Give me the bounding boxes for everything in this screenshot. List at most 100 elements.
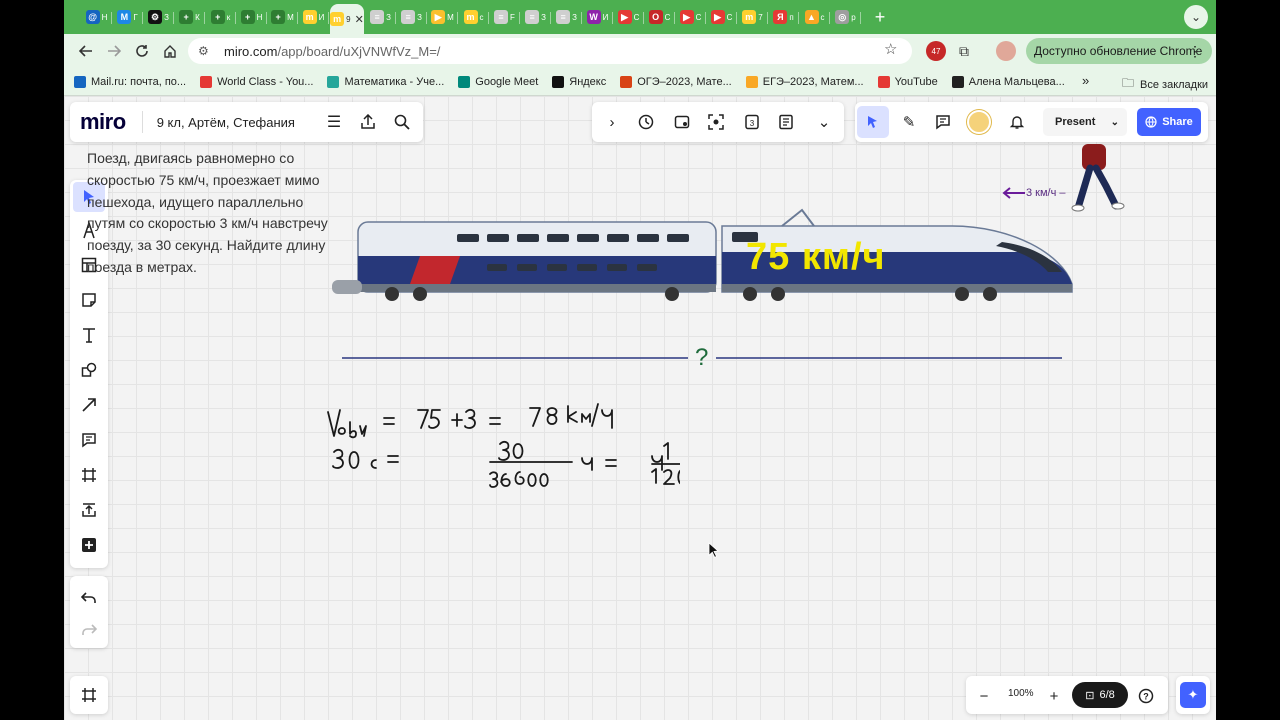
text-tool[interactable] <box>77 323 101 347</box>
miro-board-canvas[interactable]: miro 9 кл, Артём, Стефания ☰ › 3 ⌄ ✎ Pre… <box>64 96 1216 720</box>
search-icon[interactable] <box>392 112 412 132</box>
browser-tab[interactable]: ▲ с <box>800 4 830 30</box>
browser-tab[interactable]: m7 <box>738 4 768 30</box>
present-button[interactable]: Present ⌄ <box>1043 108 1127 136</box>
page-indicator[interactable]: ⊡ 6/8 <box>1072 682 1128 708</box>
share-button[interactable]: Share <box>1137 108 1201 136</box>
celebrate-icon[interactable]: ✎ <box>899 112 919 132</box>
browser-tab[interactable]: mс <box>459 4 489 30</box>
bookmark-item[interactable]: YouTube <box>877 75 938 88</box>
bookmark-item[interactable]: ОГЭ–2023, Мате... <box>620 75 732 88</box>
browser-tab[interactable]: m 9 ✕ <box>330 4 364 34</box>
sticky-note-tool[interactable] <box>77 288 101 312</box>
help-icon[interactable]: ? <box>1136 686 1156 706</box>
zoom-level[interactable]: 100% <box>1008 688 1034 699</box>
extensions-puzzle-icon[interactable]: ⧉ <box>954 41 974 61</box>
forward-button[interactable] <box>100 37 128 65</box>
browser-tab[interactable]: WИ <box>583 4 613 30</box>
bookmark-item[interactable]: Яндекс <box>552 75 606 88</box>
reactions-cursor-button[interactable] <box>857 106 889 138</box>
site-info-icon[interactable]: ⚙ <box>198 44 214 58</box>
bookmark-item[interactable]: Алена Мальцева... <box>951 75 1065 88</box>
browser-tab[interactable]: + М <box>268 4 298 30</box>
browser-tab[interactable]: ▶ С <box>614 4 644 30</box>
address-bar[interactable]: ⚙ miro.com/app/board/uXjVNWfVz_M=/ <box>188 38 912 64</box>
timer-icon[interactable] <box>636 112 656 132</box>
miro-logo[interactable]: miro <box>80 109 126 135</box>
undo-button[interactable] <box>77 586 101 610</box>
bookmark-item[interactable]: World Class - You... <box>200 75 313 88</box>
browser-tab[interactable]: ≡ З <box>366 4 396 30</box>
handwritten-solution[interactable] <box>320 396 680 496</box>
comments-icon[interactable] <box>933 112 953 132</box>
menu-icon[interactable]: ☰ <box>324 112 344 132</box>
problem-text[interactable]: Поезд, двигаясь равномерно со скоростью … <box>87 148 332 279</box>
browser-window: @ Н M Г ⚙ З + К + к + Н + Мm Иm 9 ✕ ≡ З ≡ З ▶ Мm с ≡ F ≡ З ≡ З W И ▶ С O С ▶… <box>64 0 1216 720</box>
extension-badge-icon[interactable]: 47 <box>926 41 946 61</box>
pedestrian-speed-label[interactable]: 3 км/ч – <box>1026 187 1066 199</box>
browser-tab[interactable]: ≡ З <box>552 4 582 30</box>
browser-tab[interactable]: ≡ F <box>490 4 520 30</box>
more-menu-icon[interactable]: ⋮ <box>1188 43 1202 60</box>
board-name[interactable]: 9 кл, Артём, Стефания <box>157 115 295 130</box>
more-bookmarks-icon[interactable]: » <box>1082 73 1089 88</box>
zoom-controls: − 100% + ⊡ 6/8 ? <box>966 676 1168 714</box>
browser-tab[interactable]: @ Н <box>82 4 112 30</box>
ai-assistant-button[interactable]: ✦ <box>1176 676 1210 714</box>
browser-tab[interactable]: OС <box>645 4 675 30</box>
zoom-in-icon[interactable]: + <box>1044 686 1064 706</box>
redo-button[interactable] <box>77 618 101 642</box>
arrow-right-icon <box>108 45 121 57</box>
browser-tab[interactable]: + К <box>175 4 205 30</box>
connection-line-tool[interactable] <box>77 393 101 417</box>
browser-tab[interactable]: Яп <box>769 4 799 30</box>
bookmark-item[interactable]: ЕГЭ–2023, Матем... <box>745 75 864 88</box>
notes-icon[interactable] <box>776 112 796 132</box>
voting-icon[interactable] <box>672 112 692 132</box>
chrome-update-button[interactable]: Доступно обновление Chrome ⋮ <box>1026 38 1212 64</box>
unknown-length-label[interactable]: ? <box>695 344 708 372</box>
browser-tab[interactable]: ≡ З <box>397 4 427 30</box>
bookmark-star-icon[interactable]: ☆ <box>884 40 897 58</box>
export-icon[interactable] <box>358 112 378 132</box>
shapes-tool[interactable] <box>77 358 101 382</box>
frames-panel-button[interactable] <box>70 676 108 714</box>
home-button[interactable] <box>156 37 184 65</box>
chevron-down-icon[interactable]: ⌄ <box>1111 117 1119 128</box>
all-bookmarks-button[interactable]: 🗀 Все закладки <box>1122 74 1208 95</box>
upload-tool[interactable] <box>77 498 101 522</box>
focus-icon[interactable] <box>706 112 726 132</box>
browser-tab[interactable]: ≡ З <box>521 4 551 30</box>
bookmark-item[interactable]: Mail.ru: почта, по... <box>74 75 186 88</box>
browser-tab[interactable]: ◎ p <box>831 4 861 30</box>
bookmark-item[interactable]: Математика - Уче... <box>327 75 444 88</box>
more-chevron-down-icon[interactable]: ⌄ <box>814 112 834 132</box>
browser-tab[interactable]: MГ <box>113 4 143 30</box>
zoom-out-icon[interactable]: − <box>974 686 994 706</box>
browser-tab[interactable]: + Н <box>237 4 267 30</box>
browser-tab[interactable]: + к <box>206 4 236 30</box>
browser-tab[interactable]: ▶ М <box>428 4 458 30</box>
comment-tool[interactable] <box>77 428 101 452</box>
user-avatar[interactable] <box>967 110 991 134</box>
profile-avatar[interactable] <box>996 41 1016 61</box>
browser-tab[interactable]: mИ <box>299 4 329 30</box>
close-tab-icon[interactable]: ✕ <box>355 13 364 26</box>
browser-tab[interactable]: ▶ С <box>707 4 737 30</box>
frame-tool[interactable] <box>77 463 101 487</box>
train-image[interactable] <box>332 206 1078 306</box>
calendar-icon[interactable]: 3 <box>742 112 762 132</box>
browser-tab[interactable]: ⚙ З <box>144 4 174 30</box>
pedestrian-image[interactable] <box>1070 144 1132 212</box>
notifications-bell-icon[interactable] <box>1007 112 1027 132</box>
train-speed-label[interactable]: 75 км/ч <box>746 236 886 279</box>
collapse-chevron-icon[interactable]: › <box>602 112 622 132</box>
back-button[interactable] <box>72 37 100 65</box>
reload-button[interactable] <box>128 37 156 65</box>
bookmark-item[interactable]: Google Meet <box>458 75 538 88</box>
tab-search-button[interactable]: ⌄ <box>1184 5 1208 29</box>
new-tab-button[interactable]: + <box>868 7 892 28</box>
browser-tab[interactable]: ▶ С <box>676 4 706 30</box>
tab-separator <box>395 12 396 24</box>
more-apps-tool[interactable] <box>77 533 101 557</box>
